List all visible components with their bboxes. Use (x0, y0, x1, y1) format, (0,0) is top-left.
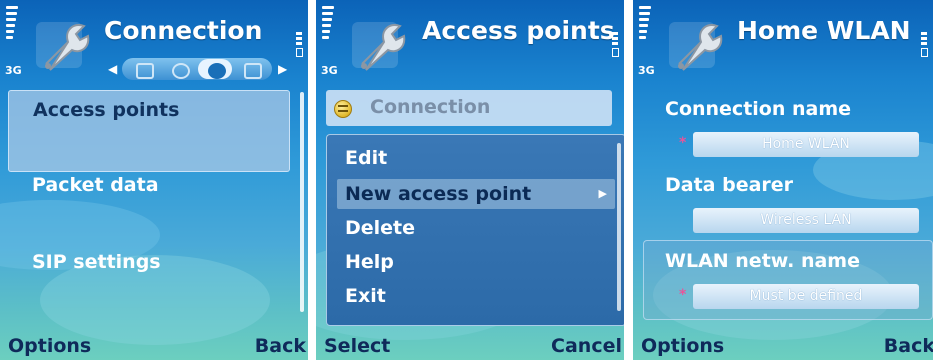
scrollbar[interactable] (300, 92, 304, 312)
wrench-icon (352, 22, 406, 71)
options-menu: Edit New access point ▶ Delete Help Exit (326, 134, 624, 326)
wrench-icon (36, 22, 90, 71)
menu-item-label: New access point (345, 183, 532, 205)
list-item-label: Packet data (32, 174, 159, 196)
list-item-label: SIP settings (32, 251, 161, 273)
screen-title: Access points (422, 16, 615, 45)
list-item-connection[interactable]: Connection (326, 90, 612, 126)
signal-strength-icon (6, 6, 18, 42)
required-marker: * (679, 287, 687, 303)
softkey-bar: Options Back (633, 330, 933, 360)
globe-icon (208, 63, 226, 79)
tab-applications[interactable] (234, 59, 268, 79)
menu-item-exit[interactable]: Exit (337, 281, 615, 311)
back-softkey[interactable]: Back (255, 335, 306, 357)
list-item-label: Connection (370, 96, 491, 118)
tab-bar (122, 58, 272, 80)
softkey-bar: Select Cancel (316, 330, 624, 360)
menu-item-edit[interactable]: Edit (337, 143, 615, 173)
tab-left-arrow-icon[interactable]: ◀ (108, 62, 117, 76)
device-icon (136, 63, 154, 79)
field-value: Must be defined (749, 288, 863, 304)
network-type: 3G (5, 64, 22, 77)
status-header: 3G Connection ◀ ▶ (0, 0, 308, 86)
wrench-icon (669, 22, 723, 71)
cancel-softkey[interactable]: Cancel (551, 335, 622, 357)
field-value: Home WLAN (762, 136, 850, 152)
list-item-label: Access points (33, 99, 180, 121)
menu-item-help[interactable]: Help (337, 247, 615, 277)
required-marker: * (679, 135, 687, 151)
options-softkey[interactable]: Options (641, 335, 724, 357)
access-points-screen: 3G Access points Connection Edit New acc… (316, 0, 624, 360)
back-softkey[interactable]: Back (884, 335, 933, 357)
screen-title: Home WLAN (737, 16, 911, 45)
menu-item-new-access-point[interactable]: New access point ▶ (337, 179, 615, 209)
field-value: Wireless LAN (760, 212, 852, 228)
list-item-packet-data[interactable]: Packet data (0, 174, 308, 196)
network-type: 3G (638, 64, 655, 77)
list-item-access-points[interactable]: Access points (8, 90, 290, 172)
tab-strip[interactable]: ◀ ▶ (108, 58, 288, 80)
tab-connection[interactable] (198, 59, 232, 79)
signal-strength-icon (322, 6, 334, 42)
applications-icon (244, 63, 262, 79)
data-bearer-label: Data bearer (665, 174, 794, 196)
connection-screen: 3G Connection ◀ ▶ Access points Packet d… (0, 0, 308, 360)
tab-general[interactable] (162, 59, 196, 79)
submenu-arrow-icon: ▶ (598, 187, 607, 200)
tab-right-arrow-icon[interactable]: ▶ (278, 62, 287, 76)
status-header: 3G Home WLAN (633, 0, 933, 86)
select-softkey[interactable]: Select (324, 335, 390, 357)
data-bearer-field[interactable]: Wireless LAN (693, 208, 919, 233)
menu-item-delete[interactable]: Delete (337, 213, 615, 243)
battery-icon (921, 32, 928, 57)
tab-devices[interactable] (126, 59, 160, 79)
network-type: 3G (321, 64, 338, 77)
screen-title: Connection (104, 16, 263, 45)
connection-name-label: Connection name (665, 98, 852, 120)
softkey-bar: Options Back (0, 330, 308, 360)
wlan-network-name-label: WLAN netw. name (665, 250, 860, 272)
home-wlan-screen: 3G Home WLAN Connection name * Home WLAN… (633, 0, 933, 360)
menu-scrollbar[interactable] (617, 143, 621, 311)
battery-icon (612, 32, 619, 57)
list-item-sip-settings[interactable]: SIP settings (0, 251, 308, 273)
wlan-network-name-field[interactable]: Must be defined (693, 284, 919, 309)
general-icon (172, 63, 190, 79)
signal-strength-icon (639, 6, 651, 42)
connection-name-field[interactable]: Home WLAN (693, 132, 919, 157)
battery-icon (296, 32, 303, 57)
options-softkey[interactable]: Options (8, 335, 91, 357)
access-point-icon (334, 100, 352, 118)
status-header: 3G Access points (316, 0, 624, 86)
